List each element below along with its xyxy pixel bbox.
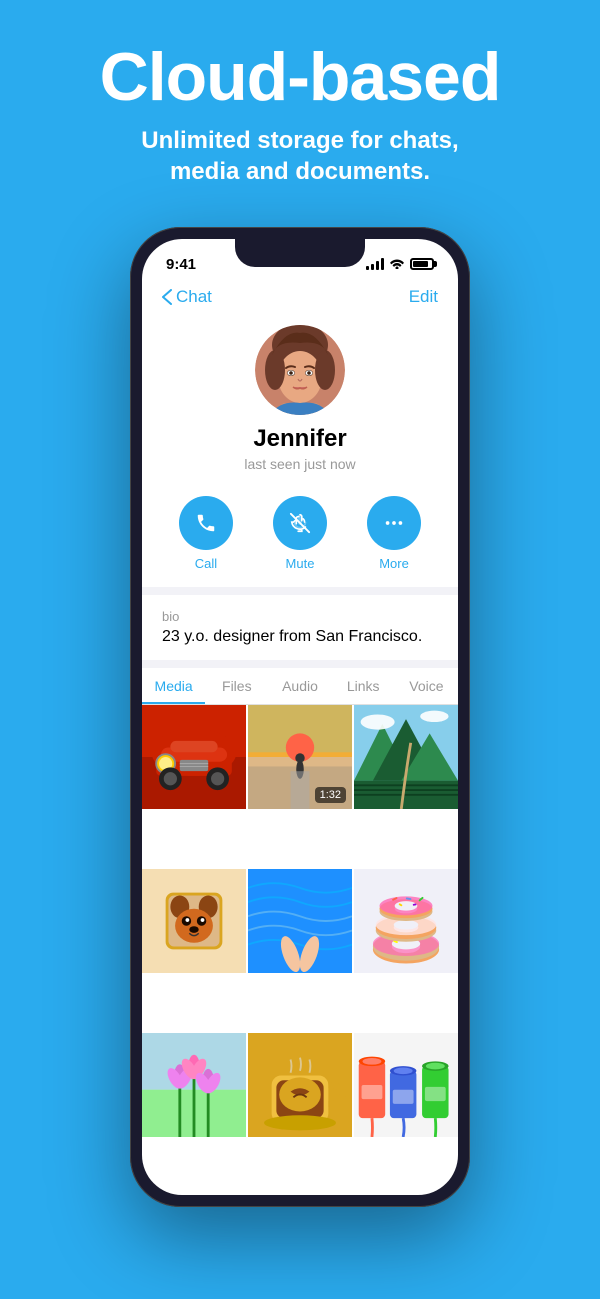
tab-files[interactable]: Files [205,668,268,704]
media-item-mountains[interactable] [354,705,458,809]
navigation-bar: Chat Edit [142,283,458,315]
wifi-icon [389,257,405,272]
call-icon [179,496,233,550]
battery-icon [410,258,434,270]
signal-icon [366,258,384,270]
more-label: More [379,556,409,571]
bio-label: bio [162,609,438,624]
tab-voice[interactable]: Voice [395,668,458,704]
profile-section: Jennifer last seen just now [142,315,458,488]
hero-subtitle: Unlimited storage for chats,media and do… [20,125,580,187]
status-icons [366,257,434,272]
signal-bar-1 [366,266,369,270]
media-item-pool[interactable] [248,869,352,973]
back-button[interactable]: Chat [162,287,212,307]
bio-text: 23 y.o. designer from San Francisco. [162,628,438,646]
action-buttons: Call Mute [142,488,458,587]
section-divider-2 [142,660,458,668]
media-item-toast[interactable] [142,869,246,973]
profile-status: last seen just now [244,456,355,472]
media-thumbnail-car [142,705,246,809]
media-thumbnail-toast [142,869,246,973]
phone-device: 9:41 [130,227,470,1207]
media-thumbnail-donuts [354,869,458,973]
video-duration-badge: 1:32 [315,787,346,803]
hero-title: Cloud-based [20,40,580,115]
mute-label: Mute [286,556,315,571]
phone-screen: 9:41 [142,239,458,1195]
tab-audio[interactable]: Audio [268,668,331,704]
tab-links[interactable]: Links [332,668,395,704]
media-thumbnail-flowers [142,1033,246,1137]
avatar [255,325,345,415]
call-action[interactable]: Call [179,496,233,571]
media-thumbnail-paint [354,1033,458,1137]
more-icon [367,496,421,550]
media-item-donuts[interactable] [354,869,458,973]
signal-bar-4 [381,258,384,270]
phone-mockup-wrapper: 9:41 [0,227,600,1207]
bio-section: bio 23 y.o. designer from San Francisco. [142,595,458,660]
media-thumbnail-mountains [354,705,458,809]
profile-name: Jennifer [253,425,346,453]
section-divider-1 [142,587,458,595]
mute-action[interactable]: Mute [273,496,327,571]
media-item-sunset[interactable]: 1:32 [248,705,352,809]
media-thumbnail-pool [248,869,352,973]
phone-notch [235,239,365,267]
back-label: Chat [176,287,212,307]
call-label: Call [195,556,217,571]
media-grid: 1:32 [142,705,458,1195]
tab-media[interactable]: Media [142,668,205,704]
media-item-coffee[interactable] [248,1033,352,1137]
media-item-paint[interactable] [354,1033,458,1137]
signal-bar-2 [371,264,374,270]
mute-icon [273,496,327,550]
edit-button[interactable]: Edit [409,287,438,307]
media-item-flowers[interactable] [142,1033,246,1137]
hero-section: Cloud-based Unlimited storage for chats,… [0,0,600,207]
signal-bar-3 [376,261,379,270]
media-thumbnail-coffee [248,1033,352,1137]
status-time: 9:41 [166,256,196,273]
media-item-car[interactable] [142,705,246,809]
more-action[interactable]: More [367,496,421,571]
media-tabs: Media Files Audio Links Voice [142,668,458,705]
